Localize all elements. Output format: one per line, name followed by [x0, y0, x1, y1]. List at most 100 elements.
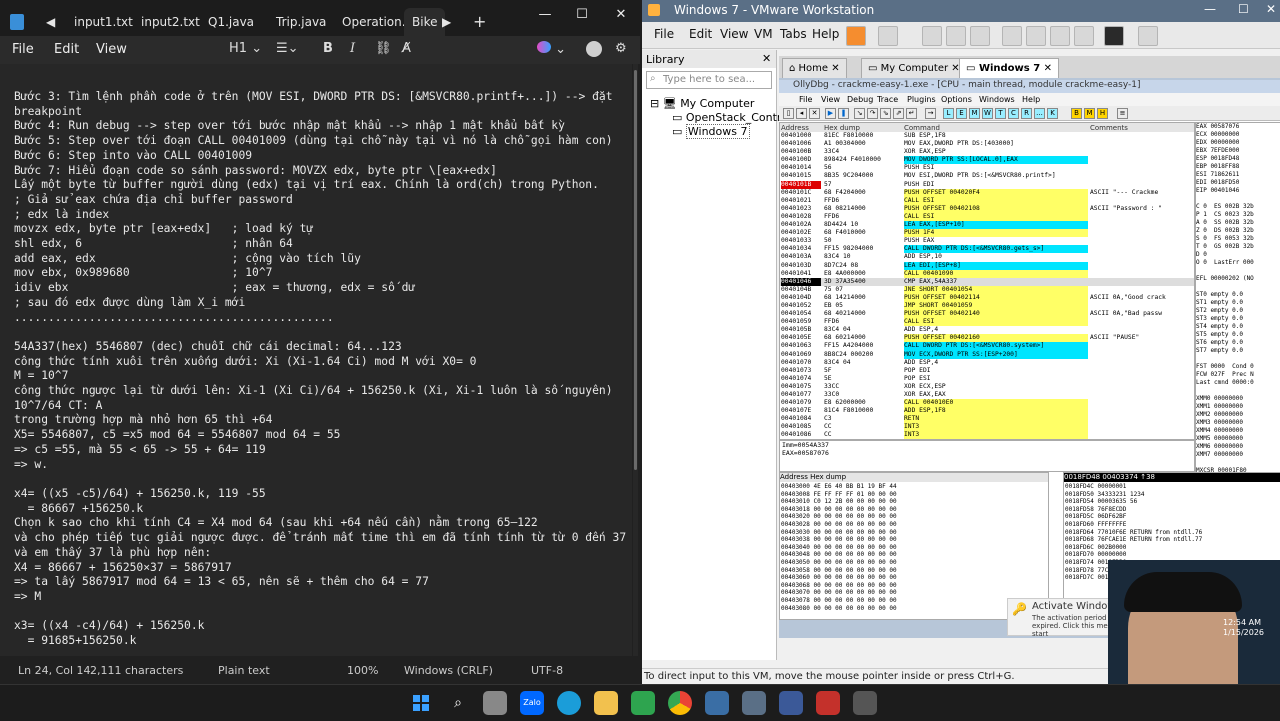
close-icon[interactable]: ✕ [606, 4, 636, 26]
olly-toolbar-m2[interactable]: M [1084, 108, 1095, 119]
stack-row[interactable]: 0018FD4C 00000001 [1065, 483, 1202, 491]
tab-trip[interactable]: Trip.java [276, 8, 326, 36]
vm-menu-tabs[interactable]: Tabs [780, 27, 807, 41]
olly-menu-options[interactable]: Options [941, 95, 972, 104]
library-search-input[interactable]: ⌕ Type here to sea... [646, 71, 772, 89]
olly-pause-icon[interactable]: ❚ [838, 108, 849, 119]
dump-row[interactable]: 00403020 00 00 00 00 00 00 00 00 [781, 513, 897, 521]
olly-toolbar-c[interactable]: C [1008, 108, 1019, 119]
disassembly-row[interactable]: 0040104D 68 14214000 PUSH OFFSET 00402114 A… [780, 293, 1194, 302]
vm-close-icon[interactable]: ✕ [1266, 2, 1276, 16]
dump-row[interactable]: 00403050 00 00 00 00 00 00 00 00 [781, 559, 897, 567]
olly-menu-plugins[interactable]: Plugins [907, 95, 936, 104]
library-close-icon[interactable]: ✕ [762, 52, 771, 65]
disassembly-row[interactable]: 00401033 50 PUSH EAX [780, 237, 1194, 245]
olly-menu-help[interactable]: Help [1022, 95, 1040, 104]
tab-scroll-left-icon[interactable]: ◀ [46, 8, 60, 36]
disassembly-row[interactable]: 0040105E 68 60214000 PUSH OFFSET 00402160 A… [780, 334, 1194, 343]
chrome-icon[interactable] [668, 691, 692, 715]
olly-list-icon[interactable]: ≡ [1117, 108, 1128, 119]
disassembly-row[interactable]: 00401015 8B35 9C204000 MOV ESI,DWORD PTR D… [780, 172, 1194, 180]
vscode-icon[interactable] [705, 691, 729, 715]
stack-row[interactable]: 0018FD60 FFFFFFFE [1065, 521, 1202, 529]
tab-q1[interactable]: Q1.java [208, 8, 254, 36]
olly-run-icon[interactable]: ▶ [825, 108, 836, 119]
maximize-icon[interactable]: ☐ [567, 4, 597, 26]
vm-menu-view[interactable]: View [720, 27, 748, 41]
dump-row[interactable]: 00403078 00 00 00 00 00 00 00 00 [781, 597, 897, 605]
disassembly-row[interactable]: 00401073 5F POP EDI [780, 367, 1194, 375]
link-icon[interactable]: ⛓ [375, 41, 392, 56]
registers-pane[interactable]: EAX 00587076 ECX 00000000 EDX 00000000 E… [1195, 122, 1280, 474]
dump-row[interactable]: 00403018 00 00 00 00 00 00 00 00 [781, 506, 897, 514]
tab-bike[interactable]: Bike [404, 8, 446, 36]
snapshot-manager-icon[interactable] [970, 26, 990, 46]
disassembly-row[interactable]: 00401084 C3 RETN [780, 415, 1194, 424]
olly-close-icon[interactable]: ✕ [809, 108, 820, 119]
olly-goto-icon[interactable]: → [925, 108, 936, 119]
console-icon[interactable] [1104, 26, 1124, 46]
olly-restart-icon[interactable]: ◂ [796, 108, 807, 119]
vm-tab-my-computer[interactable]: ▭ My Computer ✕ [861, 58, 967, 79]
dump-row[interactable]: 00403030 00 00 00 00 00 00 00 00 [781, 529, 897, 537]
text-editor-area[interactable]: Bước 3: Tìm lệnh phần code ở trên (MOV E… [0, 64, 632, 656]
disassembly-row[interactable]: 0040107E 81C4 F8010000 ADD ESP,1F8 [780, 407, 1194, 416]
disassembly-row[interactable]: 00401052 EB 05 JMP SHORT 00401059 [780, 301, 1194, 311]
revert-snapshot-icon[interactable] [946, 26, 966, 46]
scrollbar-thumb[interactable] [634, 70, 637, 470]
olly-toolbar-l[interactable]: L [943, 108, 954, 119]
dump-row[interactable]: 00403068 00 00 00 00 00 00 00 00 [781, 582, 897, 590]
stack-row[interactable]: 0018FD5C 06DF62BF [1065, 513, 1202, 521]
disassembly-row[interactable]: 00401034 FF15 98204000 CALL DWORD PTR DS:[… [780, 245, 1194, 254]
olly-step-over-icon[interactable]: ↷ [867, 108, 878, 119]
olly-toolbar-b[interactable]: B [1071, 108, 1082, 119]
disassembly-row[interactable]: 0040100D 898424 F4010000 MOV DWORD PTR SS:… [780, 156, 1194, 165]
tree-openstack[interactable]: ▭ OpenStack_Contr [672, 111, 781, 124]
disassembly-row[interactable]: 00401063 FF15 A4204000 CALL DWORD PTR DS:[… [780, 342, 1194, 351]
dump-row[interactable]: 00403060 00 00 00 00 00 00 00 00 [781, 574, 897, 582]
disassembly-row[interactable]: 00401021 FFD6 CALL ESI [780, 196, 1194, 205]
zalo-icon[interactable]: Zalo [520, 691, 544, 715]
bold-button[interactable]: B [323, 41, 333, 56]
disassembly-row[interactable]: 0040100B 33C4 XOR EAX,ESP [780, 148, 1194, 156]
menu-edit[interactable]: Edit [54, 42, 79, 57]
disassembly-row[interactable]: 00401069 8B8C24 000200 MOV ECX,DWORD PTR S… [780, 350, 1194, 359]
vm-maximize-icon[interactable]: ☐ [1238, 2, 1249, 16]
vm-tab-windows7[interactable]: ▭ Windows 7 ✕ [959, 58, 1060, 79]
dump-row[interactable]: 00403040 00 00 00 00 00 00 00 00 [781, 544, 897, 552]
heading-dropdown[interactable]: H1 ⌄ [229, 41, 262, 56]
disassembly-row[interactable]: 00401074 5E POP ESI [780, 375, 1194, 383]
snapshot-dropdown-icon[interactable] [878, 26, 898, 46]
menu-file[interactable]: File [12, 42, 34, 57]
stack-row[interactable]: 0018FD70 00000000 [1065, 551, 1202, 559]
dump-row[interactable]: 00403008 FE FF FF FF 01 00 00 00 [781, 491, 897, 499]
dump-row[interactable]: 00403000 4E E6 40 BB B1 19 BF 44 [781, 483, 897, 491]
pause-vm-icon[interactable] [846, 26, 866, 46]
copilot-icon[interactable]: ⌄ [537, 41, 566, 57]
cpu-disassembly-pane[interactable]: Address Hex dump Command Comments 004010… [779, 122, 1195, 440]
disassembly-row[interactable]: 00401006 A1 00304000 MOV EAX,DWORD PTR DS:… [780, 140, 1194, 148]
dump-row[interactable]: 00403010 C0 12 2B 00 00 00 00 00 [781, 498, 897, 506]
disassembly-row[interactable]: 00401023 68 08214000 PUSH OFFSET 00402108 A… [780, 204, 1194, 213]
disassembly-row[interactable]: 0040105B 83C4 04 ADD ESP,4 [780, 326, 1194, 334]
olly-trace-into-icon[interactable]: ⇘ [880, 108, 891, 119]
dump-row[interactable]: 00403038 00 00 00 00 00 00 00 00 [781, 536, 897, 544]
vm-menu-help[interactable]: Help [812, 27, 839, 41]
minimize-icon[interactable]: — [530, 4, 560, 26]
disassembly-row[interactable]: 0040101B 57 PUSH EDI [780, 180, 1194, 189]
snapshot-icon[interactable] [922, 26, 942, 46]
disassembly-row[interactable]: 0040102A 8D4424 10 LEA EAX,[ESP+10] [780, 221, 1194, 230]
tree-my-computer[interactable]: ⊟ 🖥 My Computer [650, 97, 754, 110]
tab-scroll-right-icon[interactable]: ▶ [442, 8, 451, 36]
disassembly-row[interactable]: 00401077 33C0 XOR EAX,EAX [780, 391, 1194, 399]
stretch-icon[interactable] [1138, 26, 1158, 46]
stack-row[interactable]: 0018FD64 77010F6E RETURN from ntdll.76 [1065, 529, 1202, 537]
olly-toolbar-e[interactable]: E [956, 108, 967, 119]
olly-step-into-icon[interactable]: ↘ [854, 108, 865, 119]
stack-row[interactable]: 0018FD58 76F8ECDD [1065, 506, 1202, 514]
list-icon[interactable]: ☰⌄ [276, 41, 299, 56]
olly-menu-debug[interactable]: Debug [847, 95, 873, 104]
app-icon-3[interactable] [853, 691, 877, 715]
sidebar-toggle-icon[interactable] [1002, 26, 1022, 46]
disassembly-row[interactable]: 00401085 CC INT3 [780, 423, 1194, 432]
